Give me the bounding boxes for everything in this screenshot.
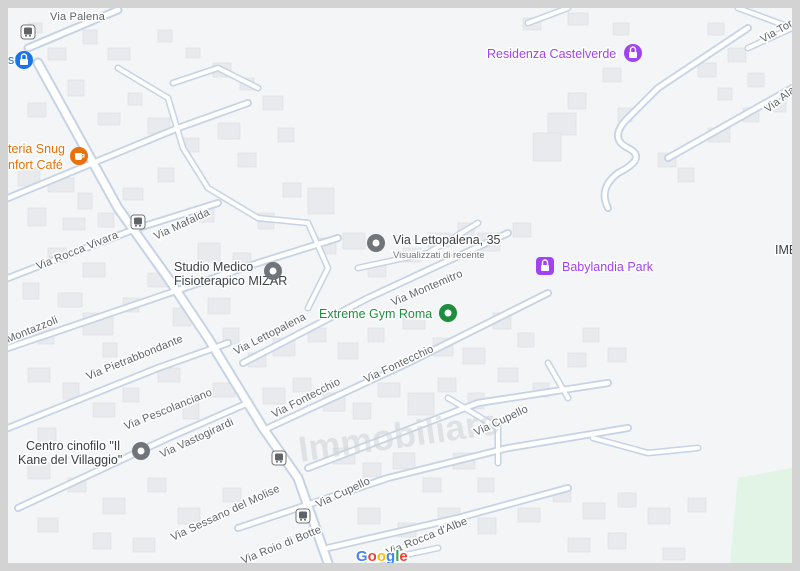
location-pin-icon[interactable]: [264, 262, 282, 280]
google-letter: o: [368, 548, 377, 563]
cafe-label-line1[interactable]: teria Snug: [8, 141, 67, 158]
cinofilo-label-line1[interactable]: Centro cinofilo "Il: [25, 438, 122, 455]
bus-stop-icon[interactable]: [295, 508, 311, 524]
recent-place-label[interactable]: Via Lettopalena, 35: [392, 232, 503, 249]
recent-place-sublabel: Visualizzati di recente: [393, 250, 485, 261]
map-canvas[interactable]: Immobiliare Via Palena Via Mafalda Via R…: [8, 8, 792, 563]
google-letter: e: [399, 548, 407, 563]
poi-label: s: [8, 53, 14, 67]
street-label: Via Palena: [50, 11, 106, 23]
cafe-marker[interactable]: [70, 147, 88, 165]
svg-text:Google: Google: [356, 548, 408, 563]
studio-label-line1[interactable]: Studio Medico: [173, 259, 255, 276]
google-letter: g: [386, 548, 395, 563]
gym-icon[interactable]: [439, 304, 457, 322]
bus-stop-icon[interactable]: [20, 24, 36, 40]
cinofilo-label-line2[interactable]: Kane del Villaggio": [17, 452, 124, 469]
google-letter: G: [356, 548, 368, 563]
babylandia-label[interactable]: Babylandia Park: [561, 259, 656, 276]
location-pin-icon[interactable]: [132, 442, 150, 460]
bus-stop-icon[interactable]: [130, 214, 146, 230]
residenza-label[interactable]: Residenza Castelverde: [486, 46, 618, 63]
google-letter: o: [377, 548, 386, 563]
google-logo: Google: [355, 547, 410, 564]
lock-icon[interactable]: [15, 51, 33, 69]
playground-icon[interactable]: [536, 257, 554, 275]
bus-stop-icon[interactable]: [271, 450, 287, 466]
poi-label-cutoff[interactable]: IMB: [774, 242, 793, 259]
map-frame: Immobiliare Via Palena Via Mafalda Via R…: [0, 0, 800, 571]
cafe-label-line2[interactable]: nfort Café: [8, 157, 64, 174]
gym-label[interactable]: Extreme Gym Roma: [318, 306, 434, 323]
lock-icon[interactable]: [624, 44, 642, 62]
park-area: [730, 468, 792, 563]
location-pin-icon[interactable]: [367, 234, 385, 252]
